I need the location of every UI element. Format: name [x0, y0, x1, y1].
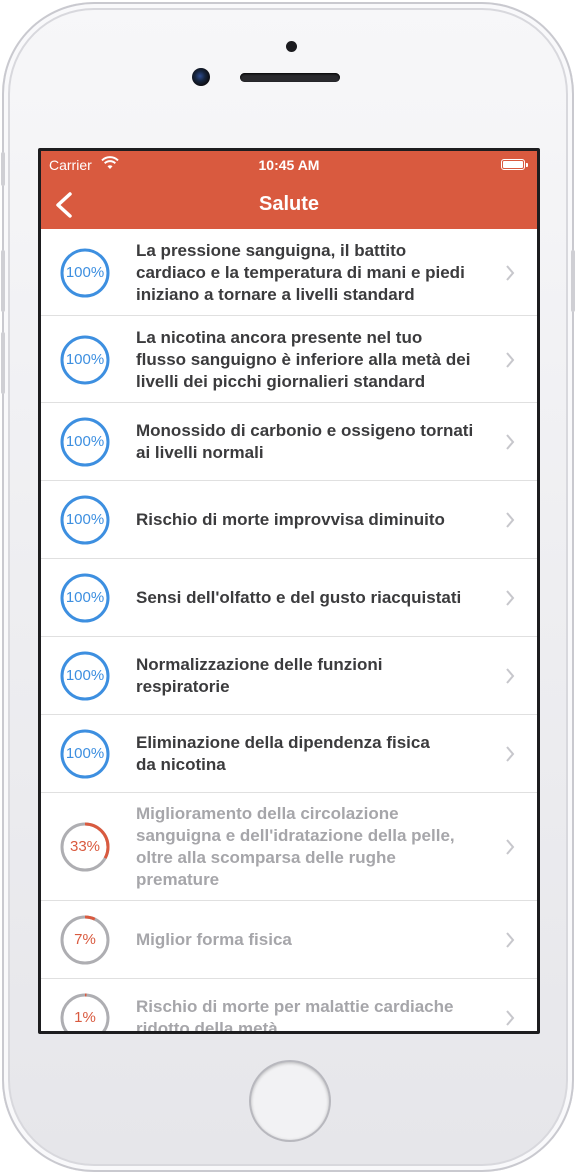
progress-percent: 100%	[65, 745, 105, 762]
milestone-text-line: oltre alla scomparsa delle rughe	[136, 848, 396, 867]
milestone-text-line: Rischio di morte per malattie cardiache	[136, 997, 454, 1016]
progress-percent: 100%	[65, 511, 105, 528]
milestone-text: Sensi dell'olfatto e del gusto riacquist…	[136, 587, 496, 609]
chevron-right-icon	[506, 512, 515, 528]
milestone-list: 100% La pressione sanguigna, il battito ca…	[41, 229, 537, 1031]
chevron-right-icon	[506, 352, 515, 368]
milestone-text: Rischio di morte improvvisa diminuito	[136, 509, 496, 531]
page-title: Salute	[258, 193, 320, 215]
milestone-text-line: Rischio di morte improvvisa diminuito	[136, 510, 445, 529]
chevron-right-icon	[506, 668, 515, 684]
chevron-right-icon	[506, 746, 515, 762]
chevron-right-icon	[506, 590, 515, 606]
progress-percent: 100%	[65, 667, 105, 684]
list-item[interactable]: 100% Sensi dell'olfatto e del gusto riacq…	[41, 559, 537, 637]
milestone-text: Rischio di morte per malattie cardiache r…	[136, 996, 496, 1031]
front-camera-icon	[192, 68, 210, 86]
progress-percent: 100%	[65, 589, 105, 606]
progress-percent: 100%	[65, 351, 105, 368]
screen: Carrier 10:45 AM Salute 100% La pressione…	[38, 148, 540, 1034]
progress-percent: 100%	[65, 433, 105, 450]
progress-ring: 33%	[60, 822, 110, 872]
milestone-text-line: da nicotina	[136, 755, 226, 774]
progress-ring: 7%	[60, 915, 110, 965]
milestone-text: Normalizzazione delle funzioni respirator…	[136, 654, 496, 698]
progress-percent: 33%	[69, 838, 101, 855]
progress-ring: 1%	[60, 993, 110, 1031]
milestone-text-line: iniziano a tornare a livelli standard	[136, 285, 415, 304]
earpiece-speaker	[240, 73, 340, 82]
milestone-text-line: ridotto della metà	[136, 1019, 278, 1031]
progress-ring: 100%	[60, 335, 110, 385]
progress-ring: 100%	[60, 573, 110, 623]
list-item[interactable]: 100% Eliminazione della dipendenza fisica…	[41, 715, 537, 793]
list-item[interactable]: 33% Miglioramento della circolazione sangu…	[41, 793, 537, 901]
progress-ring: 100%	[60, 248, 110, 298]
milestone-text-line: sanguigna e dell'idratazione della pelle…	[136, 826, 455, 845]
milestone-text-line: Sensi dell'olfatto e del gusto riacquist…	[136, 588, 462, 607]
chevron-right-icon	[506, 839, 515, 855]
progress-percent: 7%	[74, 931, 96, 948]
status-bar: Carrier 10:45 AM	[41, 151, 537, 179]
navigation-bar: Carrier 10:45 AM Salute	[41, 151, 537, 229]
power-button	[571, 250, 575, 312]
list-item[interactable]: 100% Normalizzazione delle funzioni respir…	[41, 637, 537, 715]
milestone-text: Miglioramento della circolazione sanguign…	[136, 803, 496, 891]
progress-ring: 100%	[60, 417, 110, 467]
progress-ring: 100%	[60, 495, 110, 545]
list-item[interactable]: 1% Rischio di morte per malattie cardiach…	[41, 979, 537, 1031]
volume-down-button	[1, 332, 5, 394]
milestone-text-line: Monossido di carbonio e ossigeno tornati	[136, 421, 474, 440]
milestone-text-line: Eliminazione della dipendenza fisica	[136, 733, 430, 752]
progress-ring: 100%	[60, 729, 110, 779]
milestone-text-line: flusso sanguigno è inferiore alla metà d…	[136, 350, 471, 369]
progress-percent: 1%	[74, 1009, 96, 1026]
milestone-text-line: La pressione sanguigna, il battito	[136, 241, 407, 260]
milestone-text-line: respiratorie	[136, 677, 230, 696]
clock: 10:45 AM	[258, 157, 320, 173]
milestone-text-line: Miglioramento della circolazione	[136, 804, 399, 823]
progress-ring: 100%	[60, 651, 110, 701]
milestone-text-line: cardiaco e la temperatura di mani e pied…	[136, 263, 465, 282]
chevron-right-icon	[506, 434, 515, 450]
milestone-text: La nicotina ancora presente nel tuo fluss…	[136, 327, 496, 393]
milestone-text-line: La nicotina ancora presente nel tuo	[136, 328, 423, 347]
volume-up-button	[1, 250, 5, 312]
milestone-text-line: livelli dei picchi giornalieri standard	[136, 372, 426, 391]
chevron-right-icon	[506, 265, 515, 281]
chevron-right-icon	[506, 932, 515, 948]
mute-switch	[1, 152, 5, 186]
milestone-text-line: ai livelli normali	[136, 443, 264, 462]
battery-icon	[501, 159, 528, 170]
milestone-text-line: Normalizzazione delle funzioni	[136, 655, 383, 674]
app-content: Carrier 10:45 AM Salute 100% La pressione…	[41, 151, 537, 1031]
list-item[interactable]: 100% La nicotina ancora presente nel tuo f…	[41, 316, 537, 403]
list-item[interactable]: 100% Monossido di carbonio e ossigeno tor…	[41, 403, 537, 481]
milestone-text-line: premature	[136, 870, 220, 889]
list-item[interactable]: 100% La pressione sanguigna, il battito ca…	[41, 229, 537, 316]
progress-percent: 100%	[65, 264, 105, 281]
list-item[interactable]: 100% Rischio di morte improvvisa diminuit…	[41, 481, 537, 559]
milestone-text-line: Miglior forma fisica	[136, 930, 292, 949]
proximity-sensor	[286, 41, 297, 52]
chevron-right-icon	[506, 1010, 515, 1026]
milestone-text: La pressione sanguigna, il battito cardia…	[136, 240, 496, 306]
home-button[interactable]	[251, 1062, 329, 1140]
list-item[interactable]: 7% Miglior forma fisica	[41, 901, 537, 979]
milestone-text: Miglior forma fisica	[136, 929, 496, 951]
milestone-text: Monossido di carbonio e ossigeno tornati…	[136, 420, 496, 464]
milestone-text: Eliminazione della dipendenza fisica da n…	[136, 732, 496, 776]
